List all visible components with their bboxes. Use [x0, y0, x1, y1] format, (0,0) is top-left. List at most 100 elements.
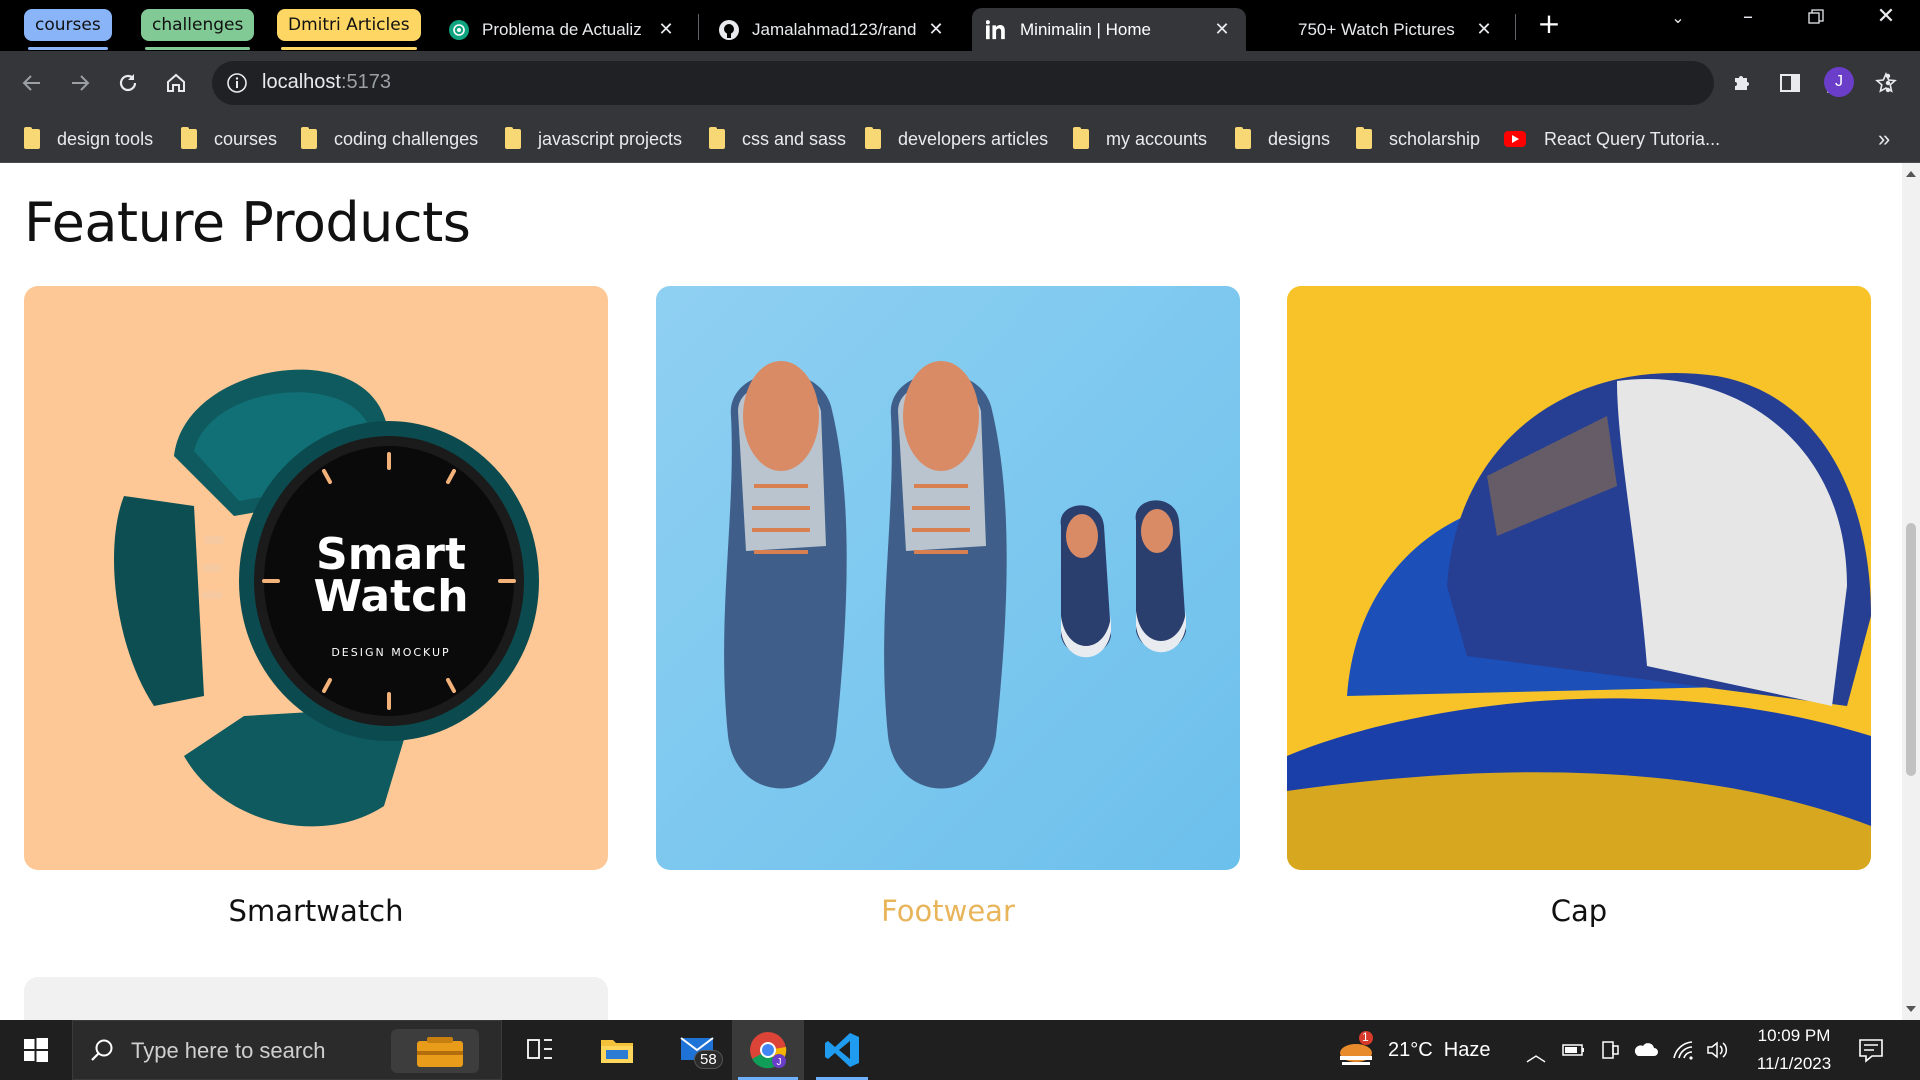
bookmark-label: courses — [214, 128, 278, 149]
close-tab-icon[interactable]: ✕ — [656, 19, 676, 40]
product-card-smartwatch[interactable]: Smart Watch DESIGN MOCKUP Smartwatch — [24, 286, 608, 928]
chrome-menu-icon[interactable] — [1872, 67, 1904, 99]
product-label: Smartwatch — [228, 894, 404, 928]
search-icon — [89, 1037, 115, 1067]
close-tab-icon[interactable]: ✕ — [1212, 19, 1232, 40]
bookmarks-overflow-button[interactable]: » — [1878, 126, 1890, 151]
chatgpt-icon — [448, 19, 470, 41]
weather-badge: 1 — [1362, 1030, 1369, 1044]
bookmark-designs[interactable]: designs — [1235, 127, 1330, 151]
extensions-icon[interactable] — [1726, 67, 1758, 99]
vscode-icon[interactable] — [810, 1020, 874, 1080]
bookmark-label: designs — [1268, 128, 1331, 149]
bookmark-developers-articles[interactable]: developers articles — [865, 127, 1048, 151]
bookmark-courses[interactable]: courses — [181, 127, 277, 151]
task-view-icon[interactable] — [518, 1020, 562, 1080]
folder-icon — [865, 127, 881, 149]
profile-avatar[interactable]: J — [1824, 67, 1854, 97]
folder-icon — [181, 127, 197, 149]
forward-icon[interactable] — [64, 67, 96, 99]
bookmark-my-accounts[interactable]: my accounts — [1073, 127, 1207, 151]
bookmark-label: React Query Tutoria... — [1544, 128, 1721, 149]
close-tab-icon[interactable]: ✕ — [926, 19, 946, 40]
scrollbar-thumb[interactable] — [1906, 523, 1916, 776]
side-panel-icon[interactable] — [1774, 67, 1806, 99]
restore-button[interactable] — [1796, 6, 1836, 30]
tab-group-dmitri-articles[interactable]: Dmitri Articles — [277, 9, 421, 50]
bookmark-react-query-tutorial[interactable]: React Query Tutoria... — [1504, 127, 1720, 151]
minimize-button[interactable]: – — [1728, 4, 1768, 28]
windows-start-icon[interactable] — [14, 1020, 58, 1080]
new-tab-button[interactable]: + — [1529, 7, 1569, 40]
chrome-taskbar-icon[interactable]: J — [732, 1020, 804, 1080]
youtube-icon — [1504, 131, 1526, 147]
bookmark-javascript-projects[interactable]: javascript projects — [505, 127, 682, 151]
tab-title: Problema de Actualiz — [482, 19, 642, 39]
tab-group-courses[interactable]: courses — [24, 9, 112, 50]
folder-icon — [301, 127, 317, 149]
onedrive-icon[interactable] — [1632, 1041, 1658, 1080]
bookmark-label: developers articles — [898, 128, 1049, 149]
github-icon — [718, 19, 740, 41]
taskbar-search[interactable]: Type here to search — [72, 1020, 502, 1080]
close-window-button[interactable]: ✕ — [1866, 4, 1906, 29]
watch-face-subtitle: DESIGN MOCKUP — [331, 646, 450, 659]
clock-date[interactable]: 11/1/2023 — [1744, 1054, 1844, 1080]
reload-icon[interactable] — [112, 67, 144, 99]
linkedin-icon — [986, 19, 1008, 41]
back-icon[interactable] — [16, 67, 48, 99]
scroll-up-arrow[interactable] — [1906, 171, 1916, 177]
home-icon[interactable] — [160, 67, 192, 99]
folder-icon — [709, 127, 725, 149]
browser-toolbar: localhost:5173 — [0, 51, 1920, 115]
scroll-down-arrow[interactable] — [1906, 1006, 1916, 1012]
bookmark-css-and-sass[interactable]: css and sass — [709, 127, 846, 151]
search-highlight-icon — [391, 1029, 479, 1073]
product-card-footwear[interactable]: Footwear — [656, 286, 1240, 928]
tab-search-icon[interactable]: ⌄ — [1658, 8, 1698, 27]
mail-icon[interactable]: 58 — [664, 1020, 734, 1080]
battery-icon[interactable] — [1562, 1042, 1586, 1080]
bookmark-label: scholarship — [1389, 128, 1481, 149]
search-placeholder: Type here to search — [131, 1038, 326, 1063]
tab-problema[interactable]: Problema de Actualiz ✕ — [434, 8, 690, 51]
bookmark-label: my accounts — [1106, 128, 1208, 149]
watch-face-line2: Watch — [313, 571, 468, 622]
bookmark-design-tools[interactable]: design tools — [24, 127, 153, 151]
bookmark-coding-challenges[interactable]: coding challenges — [301, 127, 478, 151]
tab-github[interactable]: Jamalahmad123/rand ✕ — [704, 8, 960, 51]
tab-group-challenges[interactable]: challenges — [141, 9, 255, 50]
product-card-cap[interactable]: Cap — [1287, 286, 1871, 928]
bookmark-label: coding challenges — [334, 128, 479, 149]
bookmark-scholarship[interactable]: scholarship — [1356, 127, 1480, 151]
cap-image — [1287, 286, 1871, 870]
folder-icon — [1356, 127, 1372, 149]
bookmark-label: design tools — [57, 128, 154, 149]
smartwatch-image: Smart Watch DESIGN MOCKUP — [24, 286, 608, 870]
tab-minimalin-home[interactable]: Minimalin | Home ✕ — [972, 8, 1246, 51]
tab-divider — [1515, 14, 1516, 40]
tab-title: Minimalin | Home — [1020, 19, 1152, 39]
page-title: Feature Products — [24, 191, 471, 254]
product-label: Footwear — [881, 894, 1015, 928]
wifi-icon[interactable] — [1672, 1040, 1694, 1080]
url-host: localhost — [262, 71, 341, 93]
show-hidden-icons[interactable]: ︿ — [1526, 1038, 1546, 1066]
file-explorer-icon[interactable] — [586, 1020, 648, 1080]
tab-watch-pictures[interactable]: 750+ Watch Pictures ✕ — [1252, 8, 1508, 51]
url-port: :5173 — [340, 71, 391, 93]
tab-title: 750+ Watch Pictures — [1298, 19, 1455, 39]
folder-icon — [505, 127, 521, 149]
tab-strip: courses challenges Dmitri Articles Probl… — [0, 0, 1920, 51]
page-scrollbar[interactable] — [1902, 163, 1920, 1020]
weather-icon[interactable]: 1 — [1336, 1020, 1376, 1080]
close-tab-icon[interactable]: ✕ — [1474, 19, 1494, 40]
address-bar[interactable]: localhost:5173 — [212, 61, 1897, 105]
device-icon[interactable] — [1600, 1040, 1620, 1080]
mail-badge: 58 — [694, 1050, 723, 1069]
notification-icon[interactable] — [1858, 1037, 1884, 1080]
volume-icon[interactable] — [1706, 1040, 1730, 1080]
product-card-partial[interactable] — [24, 977, 608, 1020]
weather-text[interactable]: 21°C Haze — [1388, 1039, 1491, 1063]
site-info-icon[interactable] — [226, 72, 248, 98]
